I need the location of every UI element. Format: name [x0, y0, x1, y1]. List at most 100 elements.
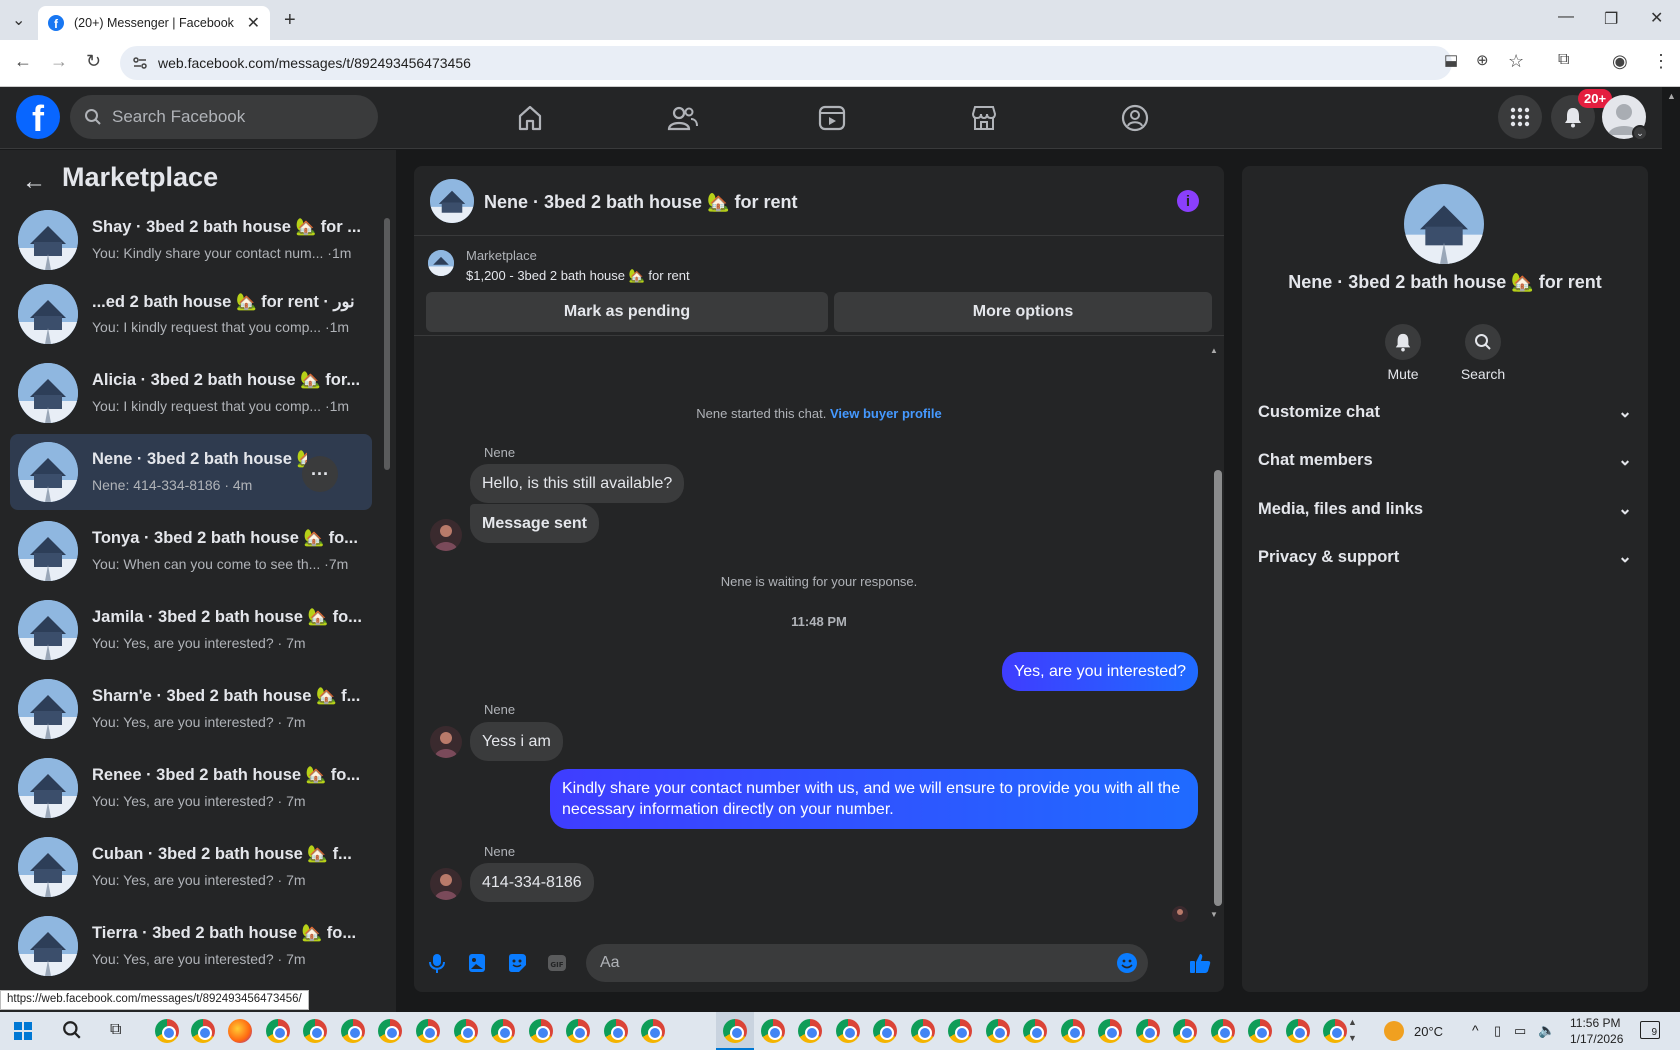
- conversation-item[interactable]: Tonya · 3bed 2 bath house 🏡 fo... You: W…: [10, 513, 372, 589]
- conversation-item-selected[interactable]: Nene · 3bed 2 bath house 🏡 for... Nene: …: [10, 434, 372, 510]
- menu-grid-icon[interactable]: [1498, 95, 1542, 139]
- emoji-icon[interactable]: [1116, 952, 1138, 974]
- incoming-message[interactable]: Message sent: [470, 504, 599, 543]
- chrome-profile-taskbar-icon[interactable]: [266, 1019, 290, 1043]
- sender-avatar[interactable]: [430, 519, 462, 551]
- chrome-profile-taskbar-icon[interactable]: [1023, 1019, 1047, 1043]
- volume-icon[interactable]: 🔈: [1538, 1022, 1555, 1039]
- conversation-item[interactable]: Sharn'e · 3bed 2 bath house 🏡 f... You: …: [10, 671, 372, 747]
- privacy-support-section[interactable]: Privacy & support ⌄: [1258, 537, 1632, 577]
- groups-nav-icon[interactable]: [1117, 101, 1153, 135]
- sticker-icon[interactable]: [506, 952, 528, 974]
- chrome-profile-taskbar-icon[interactable]: [454, 1019, 478, 1043]
- conversation-item[interactable]: Jamila · 3bed 2 bath house 🏡 fo... You: …: [10, 592, 372, 668]
- taskbar-search-icon[interactable]: [62, 1020, 82, 1040]
- close-tab-icon[interactable]: ✕: [247, 13, 260, 33]
- task-view-icon[interactable]: ⧉: [110, 1021, 121, 1039]
- chrome-taskbar-icon[interactable]: [191, 1019, 215, 1043]
- bookmark-star-icon[interactable]: ☆: [1508, 51, 1524, 72]
- restore-icon[interactable]: ❐: [1604, 9, 1618, 29]
- tray-chevron-icon[interactable]: ^: [1472, 1022, 1479, 1038]
- video-nav-icon[interactable]: [814, 101, 850, 135]
- home-nav-icon[interactable]: [512, 101, 548, 135]
- facebook-logo[interactable]: f: [16, 95, 60, 139]
- view-buyer-profile-link[interactable]: View buyer profile: [830, 406, 942, 421]
- chat-avatar[interactable]: [430, 179, 474, 223]
- minimize-icon[interactable]: —: [1558, 8, 1574, 26]
- chat-title[interactable]: Nene · 3bed 2 bath house 🏡 for rent: [484, 192, 797, 213]
- chrome-profile-taskbar-icon[interactable]: [529, 1019, 553, 1043]
- weather-moon-icon[interactable]: [1384, 1021, 1404, 1041]
- page-scrollbar[interactable]: ▲: [1664, 87, 1680, 1012]
- reload-icon[interactable]: ↻: [86, 51, 101, 72]
- facebook-search[interactable]: Search Facebook: [70, 95, 378, 139]
- windows-start-icon[interactable]: [14, 1022, 32, 1040]
- chrome-profile-taskbar-icon[interactable]: [1286, 1019, 1310, 1043]
- media-files-links-section[interactable]: Media, files and links ⌄: [1258, 489, 1632, 529]
- gif-icon[interactable]: GIF: [546, 952, 568, 974]
- clock-time[interactable]: 11:56 PM: [1570, 1016, 1620, 1030]
- incoming-message[interactable]: 414-334-8186: [470, 863, 594, 902]
- back-icon[interactable]: ←: [14, 51, 32, 72]
- firefox-taskbar-icon[interactable]: [228, 1019, 252, 1043]
- network-icon[interactable]: ▭: [1514, 1023, 1526, 1039]
- chrome-profile-taskbar-icon[interactable]: [948, 1019, 972, 1043]
- tab-list-icon[interactable]: ⌄: [12, 10, 25, 30]
- details-avatar[interactable]: [1404, 184, 1484, 264]
- outgoing-message[interactable]: Yes, are you interested?: [1002, 652, 1198, 691]
- chrome-profile-taskbar-icon[interactable]: [723, 1019, 747, 1043]
- url-field[interactable]: web.facebook.com/messages/t/892493456473…: [120, 46, 1452, 80]
- chrome-profile-taskbar-icon[interactable]: [911, 1019, 935, 1043]
- chat-scrollbar[interactable]: [1214, 470, 1222, 906]
- chat-members-section[interactable]: Chat members ⌄: [1258, 440, 1632, 480]
- sender-avatar[interactable]: [430, 868, 462, 900]
- info-icon[interactable]: i: [1177, 190, 1199, 212]
- account-chevron-icon[interactable]: ⌄: [1632, 125, 1648, 141]
- close-window-icon[interactable]: ✕: [1650, 8, 1663, 28]
- outgoing-message[interactable]: Kindly share your contact number with us…: [550, 769, 1198, 829]
- chrome-profile-taskbar-icon[interactable]: [416, 1019, 440, 1043]
- weather-temp[interactable]: 20°C: [1414, 1024, 1443, 1039]
- chrome-profile-taskbar-icon[interactable]: [1061, 1019, 1085, 1043]
- chrome-profile-taskbar-icon[interactable]: [1248, 1019, 1272, 1043]
- chrome-profile-taskbar-icon[interactable]: [986, 1019, 1010, 1043]
- taskbar-overflow-arrows[interactable]: ▲ ▼: [1348, 1014, 1357, 1046]
- chrome-profile-taskbar-icon[interactable]: [378, 1019, 402, 1043]
- mute-button[interactable]: Mute: [1368, 324, 1438, 382]
- scroll-up-icon[interactable]: ▲: [1210, 346, 1218, 355]
- conversation-item[interactable]: Cuban · 3bed 2 bath house 🏡 f... You: Ye…: [10, 829, 372, 905]
- incoming-message[interactable]: Hello, is this still available?: [470, 464, 685, 503]
- chrome-profile-taskbar-icon[interactable]: [641, 1019, 665, 1043]
- microphone-icon[interactable]: [426, 952, 448, 974]
- chrome-profile-taskbar-icon[interactable]: [341, 1019, 365, 1043]
- message-input[interactable]: Aa: [586, 944, 1148, 982]
- like-thumbs-up-icon[interactable]: [1188, 951, 1211, 973]
- marketplace-nav-icon[interactable]: [966, 101, 1002, 135]
- chrome-profile-taskbar-icon[interactable]: [491, 1019, 515, 1043]
- chrome-profile-taskbar-icon[interactable]: [604, 1019, 628, 1043]
- more-options-icon[interactable]: ···: [302, 456, 338, 492]
- site-info-icon[interactable]: [132, 55, 148, 71]
- back-arrow-icon[interactable]: ←: [22, 168, 46, 196]
- zoom-icon[interactable]: ⊕: [1476, 51, 1489, 69]
- chrome-profile-taskbar-icon[interactable]: [1098, 1019, 1122, 1043]
- browser-tab[interactable]: f (20+) Messenger | Facebook ✕: [38, 6, 270, 40]
- incoming-message[interactable]: Yess i am: [470, 722, 563, 761]
- profile-icon[interactable]: ◉: [1612, 51, 1628, 72]
- chrome-profile-taskbar-icon[interactable]: [303, 1019, 327, 1043]
- mark-as-pending-button[interactable]: Mark as pending: [426, 292, 828, 332]
- browser-menu-icon[interactable]: ⋮: [1652, 51, 1670, 72]
- notification-center-icon[interactable]: 9: [1640, 1021, 1660, 1039]
- conversation-item[interactable]: Renee · 3bed 2 bath house 🏡 fo... You: Y…: [10, 750, 372, 826]
- chrome-profile-taskbar-icon[interactable]: [1323, 1019, 1347, 1043]
- customize-chat-section[interactable]: Customize chat ⌄: [1258, 392, 1632, 432]
- sender-avatar[interactable]: [430, 726, 462, 758]
- forward-icon[interactable]: →: [50, 51, 68, 72]
- listing-thumbnail[interactable]: [428, 250, 454, 276]
- install-app-icon[interactable]: ⬓: [1444, 51, 1458, 69]
- conversation-item[interactable]: Tierra · 3bed 2 bath house 🏡 fo... You: …: [10, 908, 372, 984]
- chrome-profile-taskbar-icon[interactable]: [761, 1019, 785, 1043]
- chrome-profile-taskbar-icon[interactable]: [1173, 1019, 1197, 1043]
- conversation-item[interactable]: Shay · 3bed 2 bath house 🏡 for ... You: …: [10, 202, 372, 278]
- extensions-icon[interactable]: ⧉: [1558, 51, 1569, 69]
